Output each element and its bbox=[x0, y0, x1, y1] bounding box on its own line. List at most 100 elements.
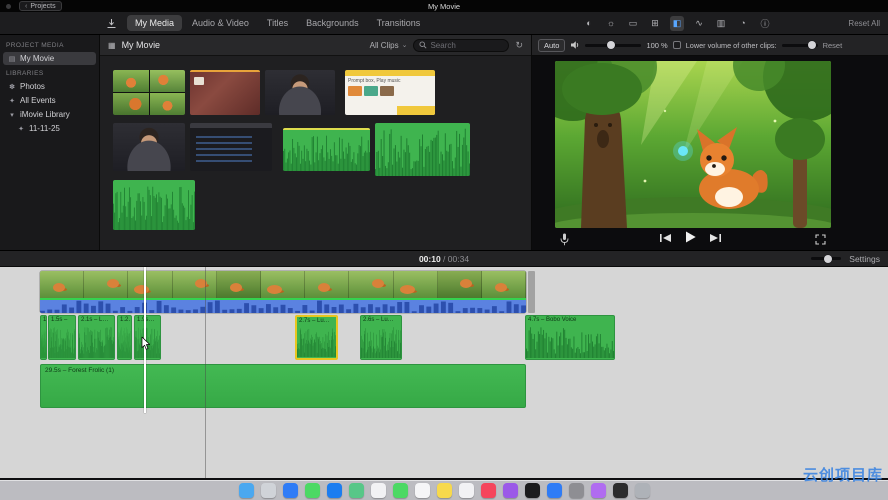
music-icon[interactable] bbox=[480, 483, 496, 498]
media-thumb-code-editor[interactable] bbox=[190, 123, 272, 171]
libraries-header: LIBRARIES bbox=[6, 70, 44, 77]
timeline-audio-clip[interactable]: 1s bbox=[40, 315, 47, 360]
timeline-music-clip[interactable]: 29.5s – Forest Frolic (1) bbox=[40, 364, 526, 408]
messages-icon[interactable] bbox=[304, 483, 320, 498]
eq-icon[interactable]: ▥ bbox=[714, 16, 728, 31]
notes-icon[interactable] bbox=[436, 483, 452, 498]
facetime-icon[interactable] bbox=[392, 483, 408, 498]
media-thumb-fox-clips[interactable] bbox=[113, 70, 185, 115]
timeline-zoom-slider[interactable] bbox=[811, 254, 842, 263]
waveform bbox=[283, 134, 370, 171]
play-button[interactable] bbox=[685, 230, 696, 248]
window-control-icon[interactable] bbox=[6, 3, 11, 9]
finder-icon[interactable] bbox=[238, 483, 254, 498]
volume-slider[interactable] bbox=[585, 41, 642, 49]
safari-icon[interactable] bbox=[282, 483, 298, 498]
color-balance-icon[interactable]: ◐ bbox=[582, 16, 596, 31]
timeline-settings-button[interactable]: Settings bbox=[849, 254, 880, 264]
tab-my-media[interactable]: My Media bbox=[127, 15, 183, 31]
mail-icon[interactable] bbox=[326, 483, 342, 498]
media-thumb-audio-2[interactable] bbox=[375, 123, 470, 176]
photos-icon: ✽ bbox=[9, 83, 15, 91]
timeline-audio-clip[interactable]: 2.1s – L… bbox=[78, 315, 115, 360]
maps-icon[interactable] bbox=[348, 483, 364, 498]
clip-label: 1s bbox=[41, 316, 46, 325]
info-icon[interactable]: ⓘ bbox=[758, 16, 772, 31]
sidebar-item-photos[interactable]: ✽ Photos bbox=[3, 80, 96, 93]
fox-frame bbox=[149, 93, 185, 115]
sidebar-item-imovie-library[interactable]: ▾ iMovie Library bbox=[3, 108, 96, 121]
tv-icon[interactable] bbox=[524, 483, 540, 498]
waveform bbox=[118, 326, 131, 358]
chevron-down-icon: ▾ bbox=[10, 111, 14, 119]
timeline-audio-clip[interactable]: 2.7s – Lu… bbox=[295, 315, 338, 360]
volume-slider-knob[interactable] bbox=[606, 41, 615, 49]
duck-slider-knob[interactable] bbox=[808, 41, 817, 49]
reset-all-button[interactable]: Reset All bbox=[848, 19, 880, 28]
auto-volume-button[interactable]: Auto bbox=[538, 38, 566, 52]
tab-audio-video[interactable]: Audio & Video bbox=[184, 15, 257, 31]
timeline-audio-clip[interactable]: 1.5s – bbox=[48, 315, 76, 360]
tab-transitions[interactable]: Transitions bbox=[369, 15, 429, 31]
timeline-audio-clip[interactable]: 4.7s – Bobo Voice bbox=[525, 315, 615, 360]
skip-forward-button[interactable] bbox=[709, 230, 722, 248]
back-to-projects-button[interactable]: ‹ Projects bbox=[19, 1, 62, 11]
slide-thumb-images bbox=[345, 84, 435, 98]
imovie-icon[interactable] bbox=[590, 483, 606, 498]
sidebar-item-my-movie[interactable]: ▤ My Movie bbox=[3, 52, 96, 65]
timeline[interactable]: 1s 1.5s – 2.1s – L… 1.2… 1.9s… 2.7s – Lu… 2.6s… bbox=[0, 267, 888, 478]
fullscreen-button[interactable] bbox=[815, 233, 826, 245]
clip-label: 2.6s – Lu… bbox=[363, 317, 394, 323]
clip-trim-handle[interactable] bbox=[528, 271, 535, 313]
timeline-audio-clip[interactable]: 2.6s – Lu… bbox=[360, 315, 402, 360]
color-correction-icon[interactable]: ☼ bbox=[604, 16, 618, 31]
speed-icon[interactable]: ◔ bbox=[736, 16, 750, 31]
audio-reset-button[interactable]: Reset bbox=[823, 41, 843, 50]
system-settings-icon[interactable] bbox=[568, 483, 584, 498]
trash-icon[interactable] bbox=[634, 483, 650, 498]
media-thumb-facecam[interactable] bbox=[265, 70, 335, 115]
clip-label: 2.1s – L… bbox=[81, 317, 109, 323]
tab-backgrounds[interactable]: Backgrounds bbox=[298, 15, 367, 31]
launchpad-icon[interactable] bbox=[260, 483, 276, 498]
media-thumb-webpage[interactable] bbox=[190, 70, 260, 115]
zoom-slider-knob[interactable] bbox=[823, 254, 832, 263]
media-thumb-facecam-2[interactable] bbox=[113, 123, 185, 171]
timeline-marker-line bbox=[205, 267, 206, 478]
all-clips-filter[interactable]: All Clips ⌄ bbox=[370, 41, 408, 50]
volume-value: 100 % bbox=[646, 40, 668, 50]
sidebar-item-all-events[interactable]: ✦ All Events bbox=[3, 94, 96, 107]
sidebar-item-label: My Movie bbox=[20, 54, 55, 63]
play-icon bbox=[685, 231, 696, 243]
sidebar-item-event-11-11-25[interactable]: ✦ 11-11-25 bbox=[3, 122, 96, 135]
search-input[interactable] bbox=[430, 40, 501, 50]
import-media-button[interactable] bbox=[106, 18, 117, 29]
timeline-video-clip[interactable] bbox=[40, 271, 526, 313]
search-box[interactable] bbox=[413, 38, 510, 52]
crop-icon[interactable]: ▭ bbox=[626, 16, 640, 31]
podcasts-icon[interactable] bbox=[502, 483, 518, 498]
skip-back-button[interactable] bbox=[659, 230, 672, 248]
stabilization-icon[interactable]: ⊞ bbox=[648, 16, 662, 31]
dock bbox=[0, 480, 888, 500]
photos-icon[interactable] bbox=[370, 483, 386, 498]
volume-icon[interactable]: ◧ bbox=[670, 15, 684, 31]
skip-forward-icon bbox=[709, 234, 721, 242]
grid-view-icon[interactable]: ▦ bbox=[108, 41, 116, 50]
media-thumb-audio-3[interactable] bbox=[113, 180, 195, 230]
calendar-icon[interactable] bbox=[414, 483, 430, 498]
preview-video[interactable] bbox=[555, 61, 831, 228]
media-thumb-slide[interactable]: Prompt box, Play music bbox=[345, 70, 435, 115]
media-thumb-audio-1[interactable] bbox=[283, 128, 370, 171]
reminders-icon[interactable] bbox=[458, 483, 474, 498]
timeline-audio-clip[interactable]: 1.2… bbox=[117, 315, 132, 360]
sidebar-item-label: iMovie Library bbox=[20, 110, 70, 119]
app-store-icon[interactable] bbox=[546, 483, 562, 498]
refresh-icon[interactable]: ↻ bbox=[515, 40, 523, 51]
all-events-icon: ✦ bbox=[9, 97, 15, 105]
duck-amount-slider[interactable] bbox=[781, 41, 818, 49]
lower-volume-checkbox[interactable] bbox=[672, 41, 681, 49]
terminal-icon[interactable] bbox=[612, 483, 628, 498]
noise-reduction-icon[interactable]: ∿ bbox=[692, 16, 706, 31]
tab-titles[interactable]: Titles bbox=[259, 15, 296, 31]
